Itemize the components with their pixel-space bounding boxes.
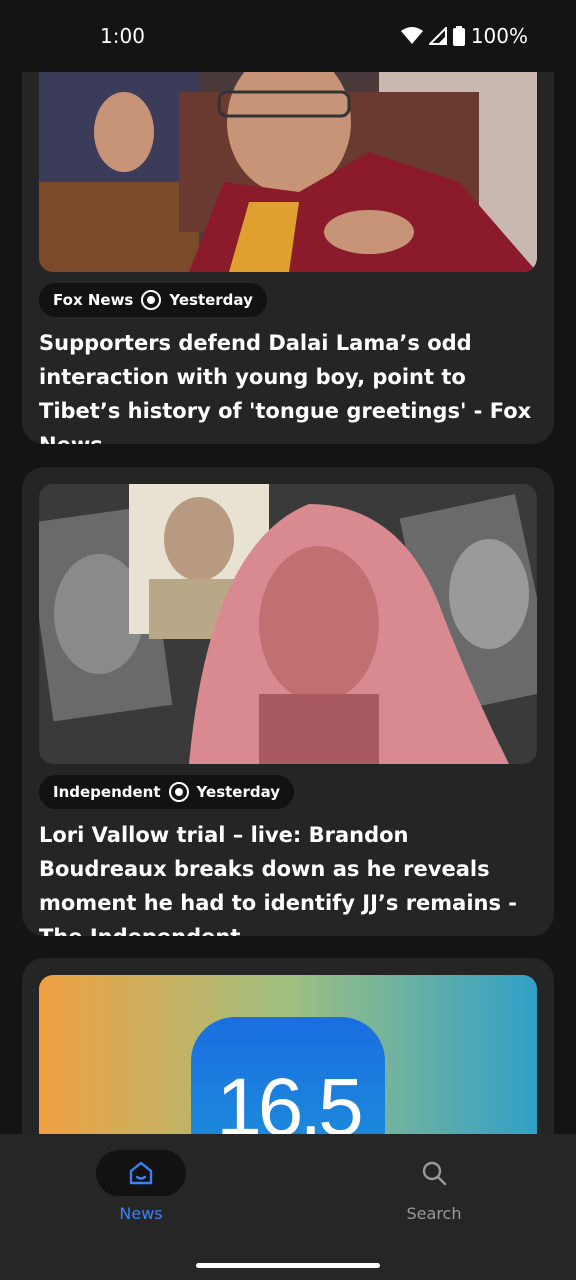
bottom-nav: News Search [0,1134,576,1280]
battery-percent: 100% [470,24,528,48]
article-image [39,72,537,272]
home-icon [129,1161,153,1185]
article-meta-chip: Independent Yesterday [39,775,295,809]
article-card[interactable]: Independent Yesterday Lori Vallow trial … [22,467,554,936]
battery-icon [452,26,465,46]
nav-pill[interactable] [96,1150,186,1196]
signal-icon [428,27,447,45]
article-card[interactable]: 16.5 [22,958,554,1134]
article-meta-chip: Fox News Yesterday [39,283,267,317]
news-feed[interactable]: Fox News Yesterday Supporters defend Dal… [0,72,576,1134]
article-time: Yesterday [169,291,253,309]
nav-label-search: Search [406,1204,462,1223]
article-card[interactable]: Fox News Yesterday Supporters defend Dal… [22,72,554,444]
radio-dot-icon [168,782,189,802]
nav-pill[interactable] [389,1150,479,1196]
status-bar: 1:00 100% [0,0,576,72]
search-icon [422,1161,447,1186]
wifi-icon [400,27,423,44]
article-source: Fox News [53,291,134,309]
nav-item-news[interactable]: News [61,1150,221,1223]
ios-version-text: 16.5 [216,1062,364,1134]
nav-label-news: News [119,1204,163,1223]
status-time: 1:00 [100,24,145,48]
article-title[interactable]: Lori Vallow trial – live: Brandon Boudre… [39,818,539,936]
article-image: 16.5 [39,975,537,1134]
status-icons: 100% [400,24,528,48]
article-image [39,484,537,764]
article-title[interactable]: Supporters defend Dalai Lama’s odd inter… [39,326,539,444]
article-time: Yesterday [196,783,281,801]
nav-item-search[interactable]: Search [354,1150,514,1223]
radio-dot-icon [141,290,162,310]
article-source: Independent [53,783,161,801]
home-indicator[interactable] [196,1263,380,1268]
